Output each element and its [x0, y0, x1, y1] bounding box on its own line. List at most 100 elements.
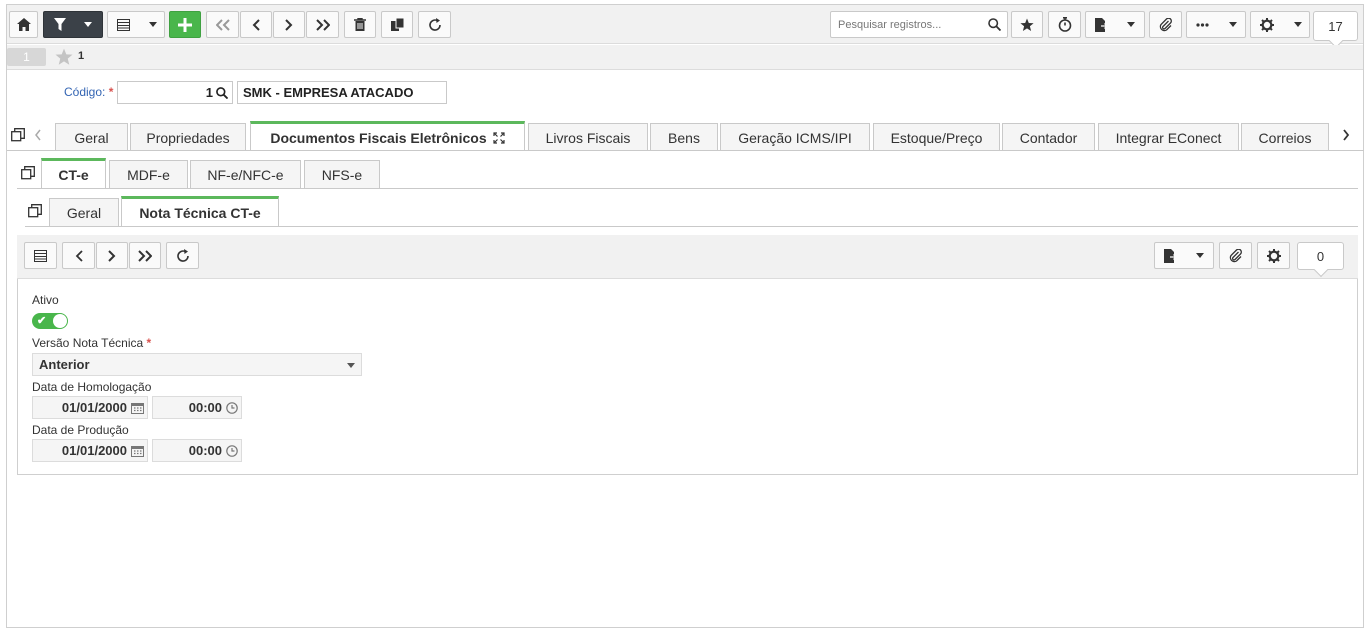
tab-estoque-preco[interactable]: Estoque/Preço — [873, 123, 1000, 151]
expand-icon[interactable] — [493, 131, 505, 144]
chevron-down-icon[interactable] — [149, 22, 157, 27]
sub-last-button[interactable] — [129, 242, 161, 269]
sub-report-button[interactable] — [1154, 242, 1214, 269]
tab-geracao-icms-ipi[interactable]: Geração ICMS/IPI — [720, 123, 870, 151]
favorite-count: 1 — [78, 50, 85, 62]
sub-next-button[interactable] — [96, 242, 128, 269]
sub-settings-button[interactable] — [1257, 242, 1290, 269]
tab-correios[interactable]: Correios — [1241, 123, 1329, 151]
next-record-button[interactable] — [273, 11, 305, 38]
sub-previous-button[interactable] — [62, 242, 95, 269]
home-button[interactable] — [9, 11, 38, 38]
search-icon[interactable] — [216, 86, 228, 99]
chevron-down-icon[interactable] — [1196, 253, 1204, 258]
chevron-right-icon[interactable] — [1342, 129, 1350, 141]
clock-icon[interactable] — [226, 401, 238, 414]
refresh-button[interactable] — [418, 11, 451, 38]
subsubtab-divider — [25, 226, 1358, 227]
ativo-toggle[interactable]: ✔ — [32, 313, 68, 329]
chevron-down-icon[interactable] — [1127, 22, 1135, 27]
star-icon[interactable] — [55, 48, 73, 66]
codigo-input[interactable]: 1 — [117, 81, 233, 104]
codigo-label: Código: * — [64, 85, 114, 99]
sub-attachment-button[interactable] — [1219, 242, 1252, 269]
list-view-button[interactable] — [107, 11, 165, 38]
homologacao-date-value: 01/01/2000 — [61, 400, 127, 415]
tab-documentos-fiscais[interactable]: Documentos Fiscais Eletrônicos — [250, 121, 525, 151]
tab-mdfe[interactable]: MDF-e — [109, 160, 188, 188]
refresh-icon — [428, 17, 441, 31]
paperclip-icon — [1159, 17, 1172, 31]
calendar-icon[interactable] — [131, 445, 144, 457]
chevron-down-icon[interactable] — [84, 22, 92, 27]
tab-integrar-econect[interactable]: Integrar EConect — [1098, 123, 1239, 151]
producao-label: Data de Produção — [32, 423, 129, 437]
codigo-description: SMK - EMPRESA ATACADO — [237, 81, 447, 104]
chevron-down-icon[interactable] — [1294, 22, 1302, 27]
sub-refresh-button[interactable] — [166, 242, 199, 269]
check-icon: ✔ — [37, 315, 47, 327]
last-record-button[interactable] — [306, 11, 339, 38]
first-record-button[interactable] — [206, 11, 239, 38]
homologacao-time-input[interactable]: 00:00 — [152, 396, 242, 419]
toggle-knob — [53, 314, 67, 328]
window-frame: 17 1 1 Código: * 1 SMK - EMPRESA ATACADO… — [6, 4, 1364, 628]
producao-time-input[interactable]: 00:00 — [152, 439, 242, 462]
record-count: 17 — [1328, 18, 1343, 34]
tab-cte-geral[interactable]: Geral — [49, 198, 119, 226]
tab-divider — [7, 150, 1364, 151]
timer-button[interactable] — [1048, 11, 1081, 38]
more-options-button[interactable] — [1186, 11, 1246, 38]
tab-geral[interactable]: Geral — [55, 123, 128, 151]
tab-nota-tecnica-cte[interactable]: Nota Técnica CT-e — [121, 196, 279, 226]
record-count-badge: 17 — [1313, 11, 1358, 41]
record-index-badge[interactable]: 1 — [7, 48, 46, 66]
trash-icon — [354, 18, 366, 31]
previous-record-button[interactable] — [240, 11, 272, 38]
producao-time-value: 00:00 — [188, 443, 222, 458]
homologacao-time-value: 00:00 — [188, 400, 222, 415]
ellipsis-icon — [1196, 22, 1209, 27]
tab-propriedades[interactable]: Propriedades — [130, 123, 246, 151]
producao-date-input[interactable]: 01/01/2000 — [32, 439, 148, 462]
record-bar: 1 1 — [7, 45, 1363, 70]
settings-button[interactable] — [1250, 11, 1310, 38]
main-tabs: Geral Propriedades Documentos Fiscais El… — [7, 121, 1347, 151]
search-input[interactable] — [836, 17, 986, 32]
attachment-button[interactable] — [1149, 11, 1182, 38]
delete-button[interactable] — [344, 11, 376, 38]
tab-cte[interactable]: CT-e — [41, 158, 106, 188]
sub-record-count: 0 — [1316, 248, 1325, 264]
homologacao-date-input[interactable]: 01/01/2000 — [32, 396, 148, 419]
ativo-label: Ativo — [32, 293, 59, 307]
sub-toolbar: 0 — [17, 235, 1358, 279]
chevron-down-icon[interactable] — [1229, 22, 1237, 27]
versao-value: Anterior — [39, 357, 90, 372]
gear-icon — [1266, 248, 1281, 263]
add-record-button[interactable] — [169, 11, 201, 38]
report-button[interactable] — [1085, 11, 1145, 38]
chevron-right-icon — [108, 249, 116, 262]
tab-nfse[interactable]: NFS-e — [304, 160, 380, 188]
calendar-icon[interactable] — [131, 402, 144, 414]
filter-button[interactable] — [43, 11, 103, 38]
tab-contador[interactable]: Contador — [1002, 123, 1095, 151]
record-index: 1 — [23, 50, 30, 64]
chevron-left-icon — [75, 249, 83, 262]
tab-nfe-nfce[interactable]: NF-e/NFC-e — [190, 160, 301, 188]
duplicate-button[interactable] — [381, 11, 413, 38]
refresh-icon — [176, 248, 189, 262]
search-icon[interactable] — [988, 18, 1001, 31]
versao-select[interactable]: Anterior — [32, 353, 362, 376]
main-toolbar: 17 — [7, 5, 1363, 44]
grid-view-button[interactable] — [24, 242, 57, 269]
subtab-divider — [17, 188, 1358, 189]
gear-icon — [1260, 17, 1274, 32]
clock-icon[interactable] — [226, 444, 238, 457]
favorite-button[interactable] — [1011, 11, 1043, 38]
chevron-down-icon — [347, 363, 355, 368]
tab-bens[interactable]: Bens — [650, 123, 718, 151]
search-box[interactable] — [830, 11, 1008, 38]
double-chevron-right-icon — [138, 249, 152, 262]
tab-livros-fiscais[interactable]: Livros Fiscais — [528, 123, 648, 151]
